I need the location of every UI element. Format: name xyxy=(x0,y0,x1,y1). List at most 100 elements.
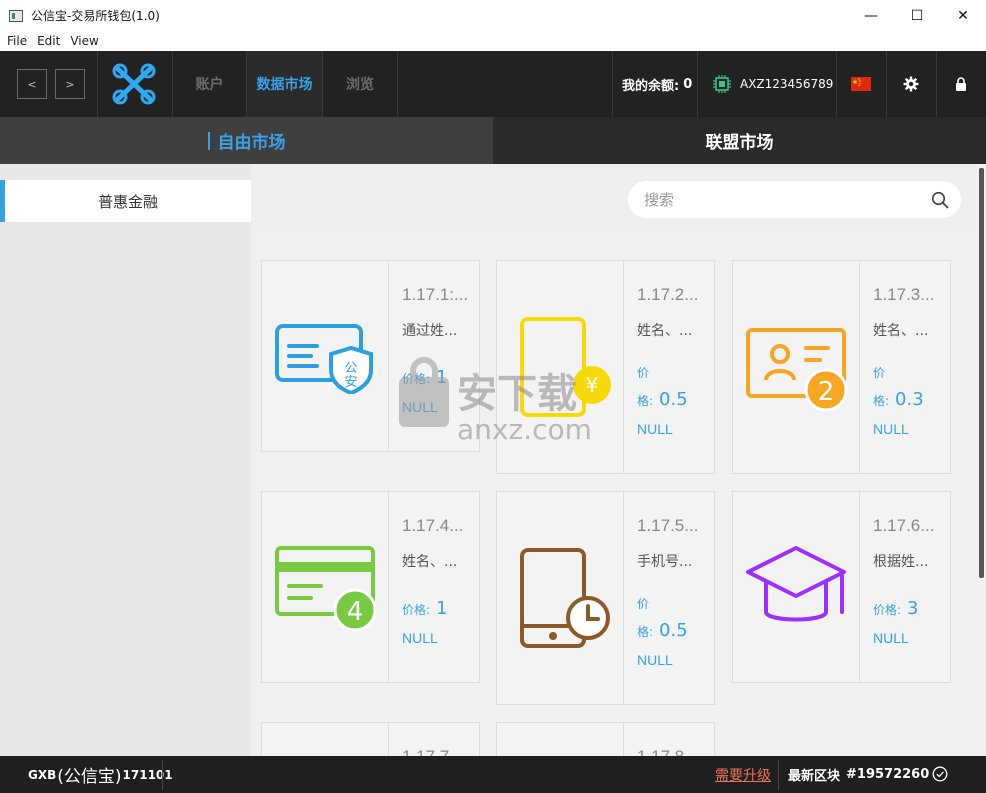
card-title: 1.17.2... xyxy=(637,285,699,304)
price-value: 1 xyxy=(436,598,448,619)
divider xyxy=(397,51,398,117)
product-card[interactable]: 1.17.6... 根据姓... 价格: 3 NULL xyxy=(732,491,951,683)
svg-text:安: 安 xyxy=(344,375,357,390)
lock-button[interactable] xyxy=(955,51,967,117)
menu-edit[interactable]: Edit xyxy=(37,34,60,48)
card-status: NULL xyxy=(402,630,438,646)
phone-clock-icon xyxy=(520,548,610,648)
card-title: 1.17.1:... xyxy=(402,285,469,304)
settings-button[interactable] xyxy=(903,51,919,117)
card-title: 1.17.6... xyxy=(873,516,935,535)
price-label: 价 xyxy=(873,366,886,380)
forward-button[interactable]: > xyxy=(55,69,85,99)
bank-card-4-icon: 4 xyxy=(275,546,377,632)
price-value: 3 xyxy=(907,598,919,619)
card-price: 价格: 1 xyxy=(402,367,448,388)
chip-icon xyxy=(713,75,731,93)
card-description: 通过姓... xyxy=(402,323,458,339)
token-symbol: GXB xyxy=(28,767,57,782)
card-description: 手机号... xyxy=(637,554,693,570)
divider xyxy=(97,51,98,117)
language-button[interactable] xyxy=(851,51,871,117)
card-description: 根据姓... xyxy=(873,554,929,570)
price-value: 0.3 xyxy=(895,389,924,410)
gear-icon xyxy=(903,76,919,92)
app-icon xyxy=(9,9,23,22)
tab-free-market[interactable]: 自由市场 xyxy=(0,117,493,164)
card-icon-pane: 2 xyxy=(733,261,860,473)
product-card[interactable]: 1.17.8 xyxy=(496,722,715,756)
card-status: NULL xyxy=(873,421,909,437)
tab-alliance-market[interactable]: 联盟市场 xyxy=(493,117,986,164)
card-price: 价格: 1 xyxy=(402,598,448,619)
card-status: NULL xyxy=(637,652,673,668)
card-title: 1.17.8 xyxy=(637,747,713,756)
tab-data-market[interactable]: 数据市场 xyxy=(247,51,322,117)
tab-alliance-market-label: 联盟市场 xyxy=(705,133,774,153)
active-indicator xyxy=(207,131,210,150)
card-description: 姓名、... xyxy=(402,554,458,570)
divider xyxy=(612,51,613,117)
search-box xyxy=(628,181,961,218)
market-tabs: 自由市场 联盟市场 xyxy=(0,117,986,164)
card-description: 姓名、... xyxy=(637,323,693,339)
product-card[interactable]: 4 1.17.4... 姓名、... 价格: 1 NULL xyxy=(261,491,480,683)
maximize-icon: ☐ xyxy=(910,7,924,24)
account-id: AXZ123456789 xyxy=(740,77,834,91)
card-icon-pane xyxy=(262,723,389,756)
svg-text:2: 2 xyxy=(818,377,835,407)
card-price: 格: 0.3 xyxy=(873,389,924,410)
menu-file[interactable]: File xyxy=(7,34,27,48)
card-title: 1.17.5... xyxy=(637,516,699,535)
gxb-logo-icon xyxy=(112,63,156,105)
menu-view[interactable]: View xyxy=(70,34,98,48)
product-card[interactable]: 1.17.7 xyxy=(261,722,480,756)
search-input[interactable] xyxy=(644,181,924,218)
svg-text:公: 公 xyxy=(344,361,357,376)
balance: 我的余额: 0 xyxy=(622,51,692,117)
product-card[interactable]: 2 1.17.3... 姓名、... 价 格: 0.3 NULL xyxy=(732,260,951,474)
svg-text:4: 4 xyxy=(347,597,364,627)
back-button[interactable]: < xyxy=(17,69,47,99)
card-price: 格: 0.5 xyxy=(637,620,688,641)
price-label: 价格: xyxy=(873,603,902,617)
card-description: 姓名、... xyxy=(873,323,929,339)
minimize-button[interactable]: — xyxy=(848,0,894,31)
card-status: NULL xyxy=(873,630,909,646)
divider xyxy=(697,51,698,117)
divider xyxy=(778,760,779,790)
latest-block: 最新区块 #19572260 xyxy=(788,756,929,793)
close-button[interactable]: ✕ xyxy=(940,0,986,31)
divider xyxy=(886,51,887,117)
scrollbar-thumb[interactable] xyxy=(979,168,984,578)
divider xyxy=(936,51,937,117)
upgrade-link[interactable]: 需要升级 xyxy=(715,756,771,793)
card-icon-pane xyxy=(497,492,624,704)
status-bar: GXB (公信宝) 171101 需要升级 最新区块 #19572260 xyxy=(0,756,986,793)
product-card[interactable]: ¥ 1.17.2... 姓名、... 价 格: 0.5 NULL xyxy=(496,260,715,474)
search-icon[interactable] xyxy=(931,191,949,209)
maximize-button[interactable]: ☐ xyxy=(894,0,940,31)
balance-value: 0 xyxy=(683,76,693,92)
back-icon: < xyxy=(27,77,37,91)
phone-coin-icon: ¥ xyxy=(520,317,611,417)
block-number: #19572260 xyxy=(846,767,930,782)
price-label: 价 xyxy=(637,597,650,611)
tab-browse[interactable]: 浏览 xyxy=(323,51,397,117)
card-icon-pane: 4 xyxy=(262,492,389,682)
card-title: 1.17.3... xyxy=(873,285,935,304)
card-title: 1.17.7 xyxy=(402,747,478,756)
close-icon: ✕ xyxy=(957,7,969,24)
product-card[interactable]: 公 安 1.17.1:... 通过姓... 价格: 1 NULL xyxy=(261,260,480,452)
card-icon-pane xyxy=(733,492,860,682)
minimize-icon: — xyxy=(864,7,878,24)
card-title: 1.17.4... xyxy=(402,516,464,535)
china-flag-icon xyxy=(851,77,871,91)
price-label: 格: xyxy=(873,394,890,408)
sidebar-item-inclusive-finance[interactable]: 普惠金融 xyxy=(0,180,251,222)
card-icon-pane: ¥ xyxy=(497,261,624,473)
account-selector[interactable]: AXZ123456789 xyxy=(712,51,833,117)
product-card[interactable]: 1.17.5... 手机号... 价 格: 0.5 NULL xyxy=(496,491,715,705)
tab-account[interactable]: 账户 xyxy=(173,51,246,117)
block-label: 最新区块 xyxy=(788,769,841,784)
